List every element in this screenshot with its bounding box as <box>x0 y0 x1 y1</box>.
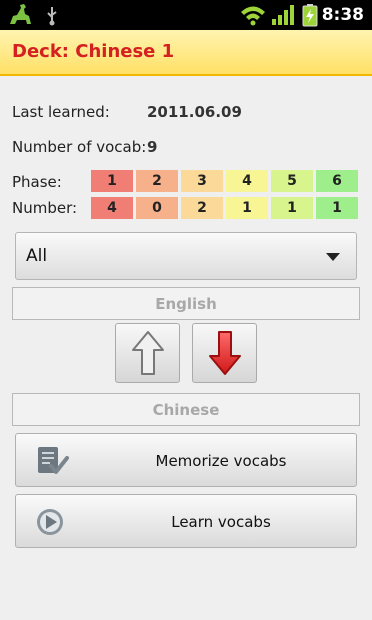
down-arrow-button[interactable] <box>192 323 257 383</box>
phase-cell-4: 4 <box>226 170 268 192</box>
checklist-icon <box>38 447 69 474</box>
target-language-box: Chinese <box>12 393 360 426</box>
phase-cell-5: 5 <box>271 170 313 192</box>
memorize-vocabs-label: Memorize vocabs <box>155 452 287 470</box>
filter-dropdown[interactable]: All <box>15 232 357 280</box>
filter-selected-value: All <box>26 246 48 266</box>
vocab-count-label: Number of vocab: <box>12 138 147 156</box>
status-bar: 8:38 <box>0 0 372 30</box>
number-cell-3: 2 <box>181 197 223 219</box>
number-cell-6: 1 <box>316 197 358 219</box>
source-language-box: English <box>12 287 360 320</box>
down-arrow-icon <box>208 331 241 375</box>
up-arrow-icon <box>131 331 164 375</box>
phase-cell-6: 6 <box>316 170 358 192</box>
page-title: Deck: Chinese 1 <box>12 41 175 62</box>
vocab-count-value: 9 <box>147 138 158 156</box>
clock: 8:38 <box>321 5 364 25</box>
number-cell-5: 1 <box>271 197 313 219</box>
memorize-vocabs-button[interactable]: Memorize vocabs <box>15 433 357 487</box>
phase-cell-2: 2 <box>136 170 178 192</box>
android-app-icon <box>6 0 36 30</box>
number-label: Number: <box>12 199 78 217</box>
last-learned-label: Last learned: <box>12 103 110 121</box>
up-arrow-button[interactable] <box>115 323 180 383</box>
number-cell-2: 0 <box>136 197 178 219</box>
dropdown-arrow-icon <box>326 253 340 261</box>
learn-vocabs-button[interactable]: Learn vocabs <box>15 494 357 548</box>
title-bar: Deck: Chinese 1 <box>0 30 372 76</box>
play-icon <box>37 509 63 535</box>
usb-icon <box>44 0 60 30</box>
battery-charging-icon <box>300 0 320 30</box>
wifi-icon <box>240 0 266 30</box>
phase-label: Phase: <box>12 173 62 191</box>
phase-cell-3: 3 <box>181 170 223 192</box>
last-learned-value: 2011.06.09 <box>147 103 242 121</box>
number-cell-4: 1 <box>226 197 268 219</box>
phase-cell-1: 1 <box>91 170 133 192</box>
number-cell-1: 4 <box>91 197 133 219</box>
learn-vocabs-label: Learn vocabs <box>171 513 271 531</box>
signal-icon <box>270 0 296 30</box>
